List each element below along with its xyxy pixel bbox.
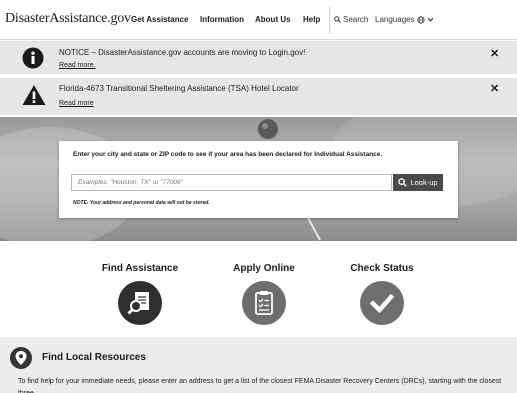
warning-icon <box>22 85 46 105</box>
languages-label: Languages <box>375 15 415 24</box>
search-label: Search <box>343 15 369 24</box>
find-assistance-title[interactable]: Find Assistance <box>80 263 200 274</box>
notice-text: Florida-4673 Transitional Sheltering Ass… <box>59 84 299 93</box>
languages-menu[interactable]: Languages <box>375 15 434 24</box>
lookup-card: Enter your city and state or ZIP code to… <box>59 141 458 218</box>
lookup-prompt: Enter your city and state or ZIP code to… <box>73 151 383 158</box>
clipboard-icon <box>255 291 273 315</box>
notice-banner-tsa: Florida-4673 Transitional Sheltering Ass… <box>0 78 517 115</box>
check-status-button[interactable] <box>360 281 404 325</box>
local-resources-description: To find help for your immediate needs, p… <box>18 378 502 393</box>
read-more-link[interactable]: Read more <box>59 100 94 107</box>
local-resources-title: Find Local Resources <box>42 352 146 363</box>
notice-banner-login: NOTICE – DisasterAssistance.gov accounts… <box>0 41 517 76</box>
site-logo[interactable]: DisasterAssistance.gov <box>5 11 131 27</box>
chevron-down-icon <box>427 17 433 22</box>
lookup-button[interactable]: Look-up <box>393 174 443 191</box>
lookup-button-label: Look-up <box>410 178 438 187</box>
privacy-note: NOTE: Your address and personal data wil… <box>73 200 210 206</box>
checkmark-icon <box>369 293 395 314</box>
nav-information[interactable]: Information <box>200 15 244 24</box>
map-marker-icon <box>10 347 32 369</box>
hero-banner: Enter your city and state or ZIP code to… <box>0 117 517 241</box>
search-document-icon <box>127 292 149 315</box>
local-resources-section: Find Local Resources To find help for yo… <box>0 337 517 393</box>
nav-divider <box>329 7 330 33</box>
notice-text: NOTICE – DisasterAssistance.gov accounts… <box>59 48 306 57</box>
info-icon <box>22 47 44 69</box>
globe-icon <box>416 15 425 24</box>
nav-get-assistance[interactable]: Get Assistance <box>131 15 189 24</box>
check-status-title[interactable]: Check Status <box>322 263 442 274</box>
search-icon <box>334 16 341 23</box>
nav-help[interactable]: Help <box>303 15 320 24</box>
apply-online-button[interactable] <box>242 281 286 325</box>
close-icon[interactable]: ✕ <box>490 47 499 60</box>
location-search-input[interactable]: Examples: "Houston, TX" or "77006" <box>71 174 392 191</box>
nav-about-us[interactable]: About Us <box>255 15 291 24</box>
close-icon[interactable]: ✕ <box>490 82 499 95</box>
read-more-link[interactable]: Read more. <box>59 62 96 69</box>
search-icon <box>398 178 408 187</box>
apply-online-title[interactable]: Apply Online <box>204 263 324 274</box>
site-header: DisasterAssistance.gov Get Assistance In… <box>0 0 517 40</box>
search-link[interactable]: Search <box>334 15 368 24</box>
find-assistance-button[interactable] <box>118 281 162 325</box>
